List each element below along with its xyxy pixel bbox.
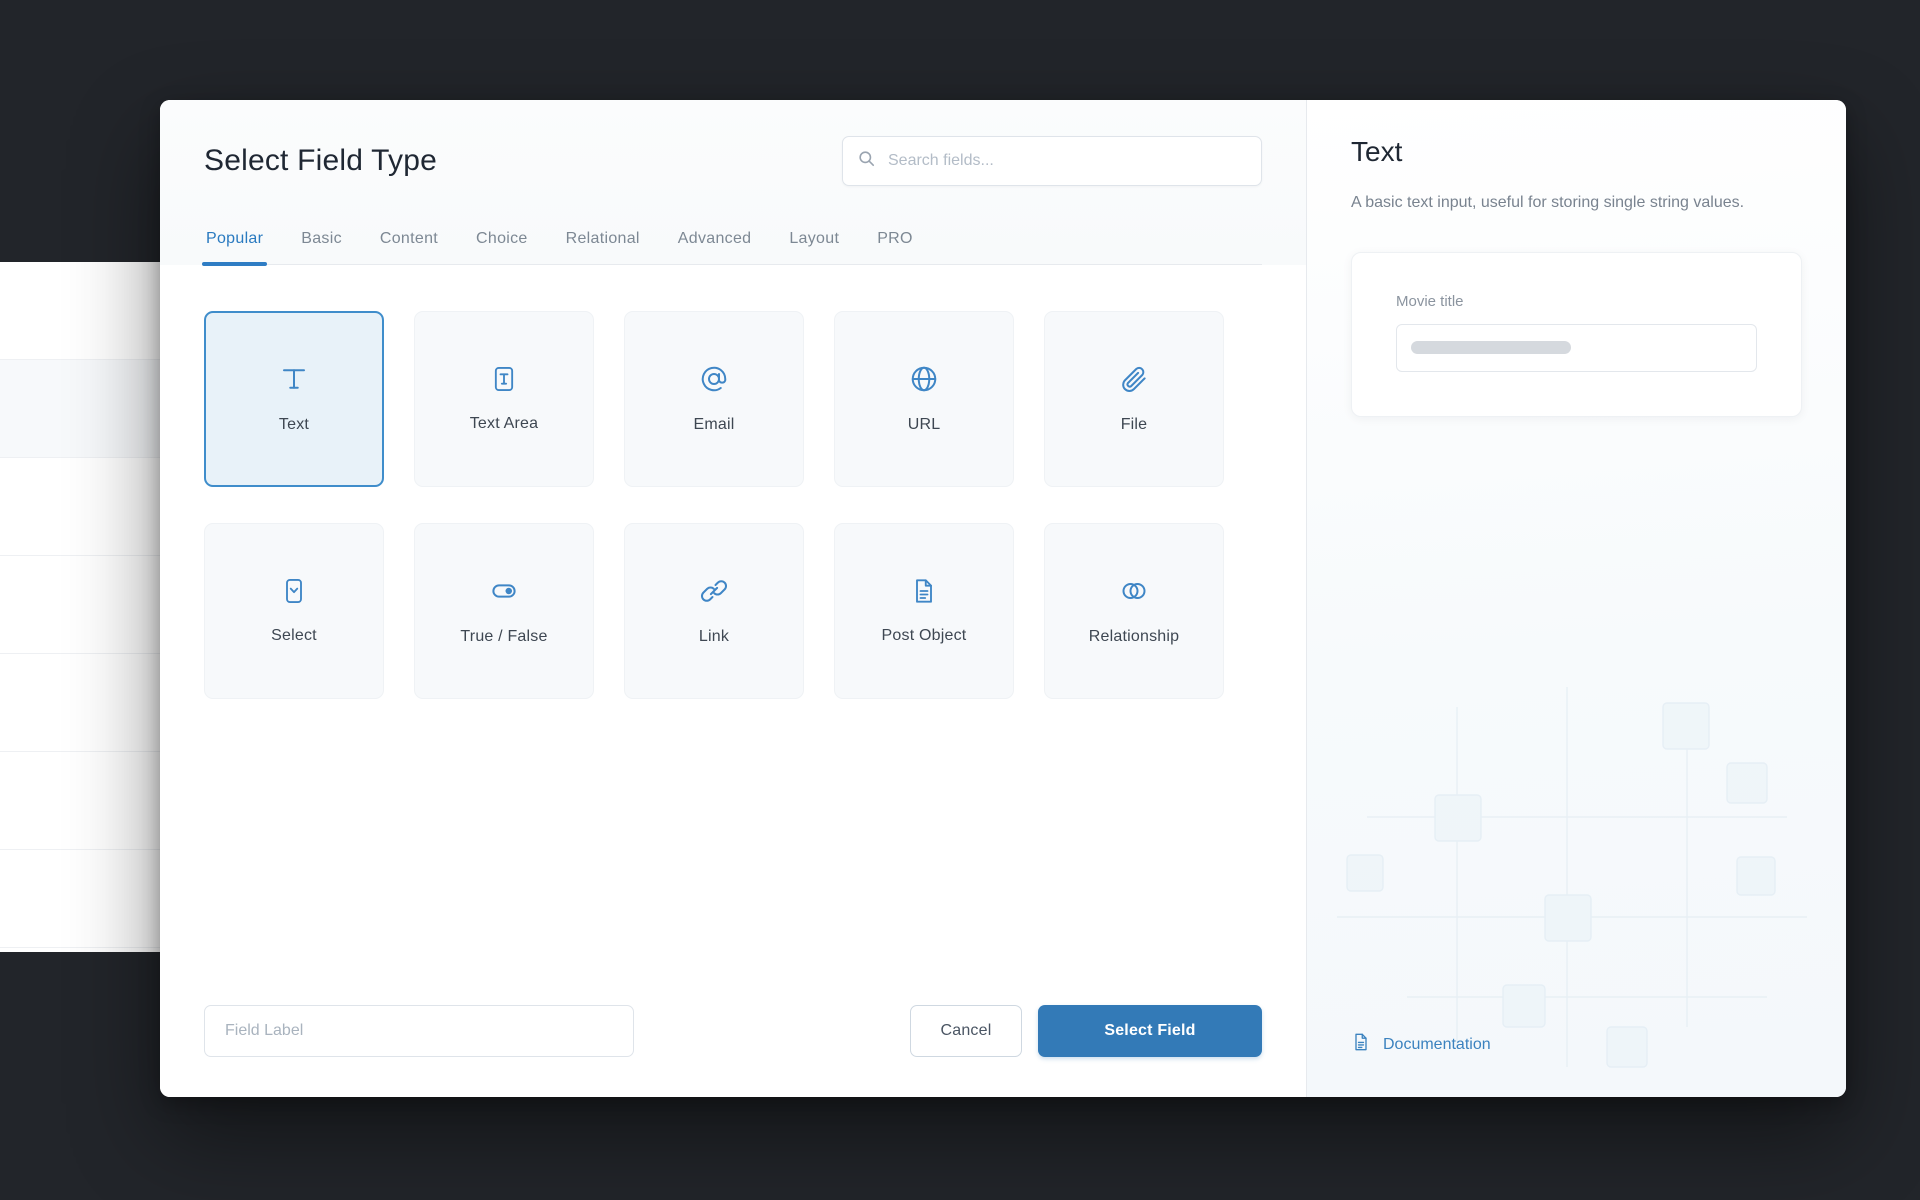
select-field-type-modal: Select Field Type Popular Basic <box>160 100 1846 1097</box>
field-type-card-relationship[interactable]: Relationship <box>1044 523 1224 699</box>
search-icon <box>857 149 876 173</box>
field-type-label: True / False <box>460 628 548 645</box>
field-type-card-email[interactable]: Email <box>624 311 804 487</box>
screen: Select Field Type Popular Basic <box>0 0 1920 1200</box>
tab-advanced[interactable]: Advanced <box>676 230 754 264</box>
text-area-icon <box>490 365 518 393</box>
documentation-icon <box>1351 1032 1371 1057</box>
details-title: Text <box>1351 136 1403 167</box>
tab-content[interactable]: Content <box>378 230 440 264</box>
paperclip-icon <box>1119 364 1149 394</box>
preview-text-input[interactable] <box>1396 323 1757 372</box>
search-input[interactable] <box>888 152 1247 170</box>
field-type-card-text[interactable]: Text <box>204 311 384 487</box>
field-type-card-select[interactable]: Select <box>204 523 384 699</box>
search-fields-box[interactable] <box>842 136 1262 186</box>
modal-header-row: Select Field Type <box>204 136 1262 186</box>
details-description: A basic text input, useful for storing s… <box>1351 194 1745 211</box>
field-type-card-url[interactable]: URL <box>834 311 1014 487</box>
toggle-icon <box>489 576 519 606</box>
preview-field-label: Movie title <box>1396 292 1464 310</box>
field-type-card-file[interactable]: File <box>1044 311 1224 487</box>
tab-pro[interactable]: PRO <box>875 230 915 264</box>
field-type-grid: Text Text Area Email URL File Select Tru… <box>204 311 1262 699</box>
field-type-card-true-false[interactable]: True / False <box>414 523 594 699</box>
cancel-button[interactable]: Cancel <box>910 1005 1022 1057</box>
field-label-input[interactable] <box>204 1005 634 1057</box>
preview-placeholder-bar <box>1411 341 1571 355</box>
document-icon <box>910 577 938 605</box>
field-type-label: URL <box>907 416 941 433</box>
field-type-label: Post Object <box>881 627 967 644</box>
field-type-label: Relationship <box>1088 628 1180 645</box>
tab-choice[interactable]: Choice <box>474 230 530 264</box>
field-details-panel: Text A basic text input, useful for stor… <box>1307 100 1846 1097</box>
select-icon <box>280 577 308 605</box>
email-icon <box>699 364 729 394</box>
field-type-label: Text Area <box>469 415 539 432</box>
select-field-button[interactable]: Select Field <box>1038 1005 1262 1057</box>
tab-popular[interactable]: Popular <box>201 230 268 266</box>
field-type-card-text-area[interactable]: Text Area <box>414 311 594 487</box>
modal-left-column: Select Field Type Popular Basic <box>160 100 1307 1097</box>
tab-layout[interactable]: Layout <box>787 230 841 264</box>
field-type-grid-wrapper: Text Text Area Email URL File Select Tru… <box>160 265 1306 1005</box>
tab-basic[interactable]: Basic <box>299 230 344 264</box>
documentation-label: Documentation <box>1383 1035 1491 1053</box>
documentation-link[interactable]: Documentation <box>1351 1032 1802 1057</box>
modal-title: Select Field Type <box>204 144 437 177</box>
field-type-label: File <box>1120 416 1148 433</box>
globe-icon <box>909 364 939 394</box>
field-type-card-link[interactable]: Link <box>624 523 804 699</box>
field-type-label: Text <box>278 416 310 433</box>
modal-header: Select Field Type Popular Basic <box>160 100 1306 266</box>
tab-relational[interactable]: Relational <box>564 230 642 264</box>
field-type-label: Select <box>271 627 317 644</box>
field-type-card-post-object[interactable]: Post Object <box>834 523 1014 699</box>
footer-actions: Cancel Select Field <box>910 1005 1262 1057</box>
text-icon <box>279 364 309 394</box>
relationship-icon <box>1119 576 1149 606</box>
link-icon <box>699 576 729 606</box>
field-type-label: Email <box>693 416 735 433</box>
category-tabs: Popular Basic Content Choice Relational … <box>201 230 1262 266</box>
modal-footer: Cancel Select Field <box>160 1005 1306 1097</box>
field-preview-card: Movie title <box>1351 251 1802 417</box>
field-type-label: Link <box>698 628 730 645</box>
